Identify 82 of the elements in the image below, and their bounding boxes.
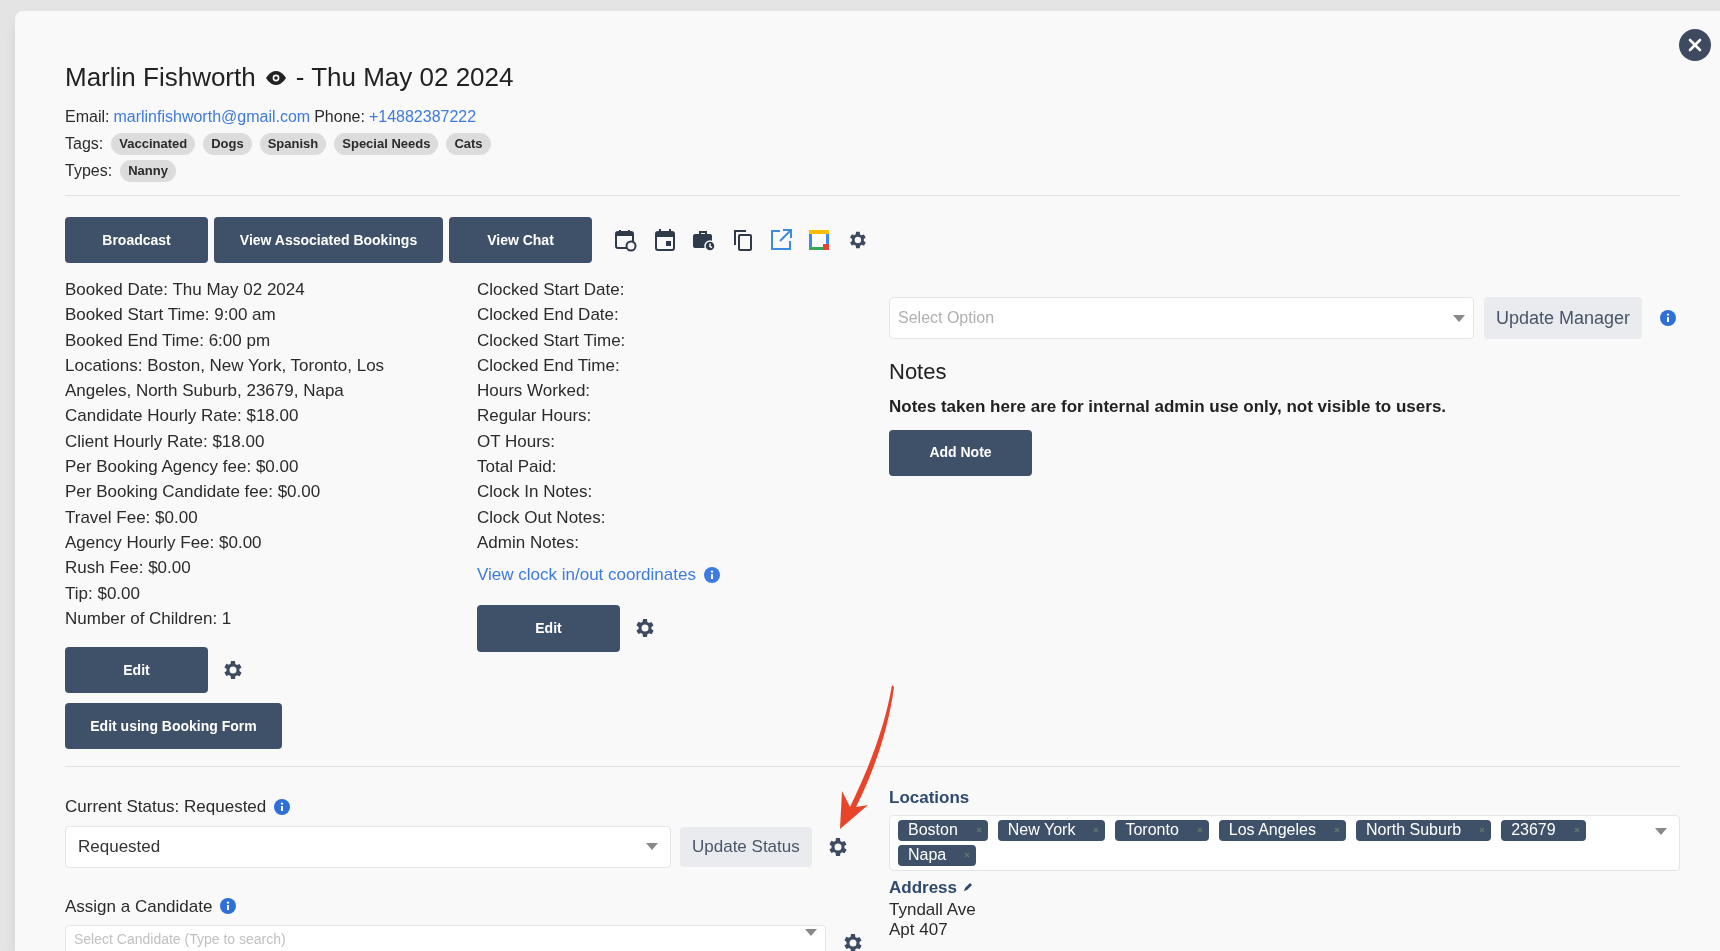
detail-line: Regular Hours: [477, 405, 593, 428]
detail-line: Travel Fee: $0.00 [65, 506, 199, 529]
edit-button[interactable]: Edit [65, 647, 208, 694]
detail-line: Booked End Time: 6:00 pm [65, 329, 272, 352]
calendar-icon[interactable] [654, 228, 676, 252]
caret-icon [1655, 827, 1667, 835]
detail-line: Number of Children: 1 [65, 607, 233, 630]
pencil-icon[interactable] [963, 882, 974, 893]
location-tag[interactable]: Napa [898, 844, 977, 866]
locations-multiselect[interactable]: Boston New York Toronto Los Angeles North Suburb 23679 Napa [889, 814, 1680, 871]
status-select[interactable]: Requested [65, 825, 671, 868]
detail-line: Clocked End Time: [477, 354, 621, 377]
detail-line: Rush Fee: $0.00 [65, 557, 192, 580]
address-line: Apt 407 [889, 920, 949, 941]
person-name: Marlin Fishworth [65, 61, 256, 94]
detail-line: Hours Worked: [477, 380, 592, 403]
location-tag[interactable]: 23679 [1501, 819, 1586, 841]
detail-line: Tip: $0.00 [65, 582, 141, 605]
edit-button[interactable]: Edit [477, 604, 620, 652]
detail-line: Clocked End Date: [477, 304, 620, 327]
detail-line: Per Booking Candidate fee: $0.00 [65, 481, 322, 504]
detail-line: Total Paid: [477, 456, 558, 479]
location-tag[interactable]: New York [997, 819, 1106, 841]
address-heading: Address [889, 876, 958, 899]
caret-icon [1453, 314, 1465, 322]
update-status-button[interactable]: Update Status [680, 826, 812, 867]
detail-line: Clock In Notes: [477, 481, 594, 504]
copy-icon[interactable] [732, 228, 754, 252]
detail-line: Clocked Start Time: [477, 329, 627, 352]
calendar-refresh-icon[interactable] [614, 228, 638, 252]
phone-label: Phone: [314, 107, 365, 127]
locations-heading: Locations [889, 787, 971, 810]
detail-line: OT Hours: [477, 430, 557, 453]
notes-notice: Notes taken here are for internal admin use only, not visible to users. [889, 396, 1448, 418]
tag-chip: Nanny [120, 160, 176, 182]
detail-line: Clocked Start Date: [477, 279, 626, 301]
detail-line: Agency Hourly Fee: $0.00 [65, 531, 263, 554]
google-calendar-icon[interactable] [808, 229, 830, 251]
detail-line: Client Hourly Rate: $18.00 [65, 430, 266, 453]
detail-line: Booked Start Time: 9:00 am [65, 304, 277, 327]
phone-link[interactable]: +14882387222 [368, 105, 477, 129]
caret-icon [646, 843, 658, 851]
tag-chip: Dogs [203, 133, 252, 155]
tag-chip: Special Needs [334, 133, 439, 155]
close-icon[interactable] [1688, 38, 1702, 52]
detail-line: Clock Out Notes: [477, 506, 607, 529]
detail-line: Candidate Hourly Rate: $18.00 [65, 405, 300, 428]
types-label: Types: [65, 161, 113, 181]
info-icon[interactable] [703, 567, 720, 583]
email-label: Email: [65, 107, 110, 127]
detail-line: Booked Date: Thu May 02 2024 [65, 279, 306, 301]
location-tag[interactable]: North Suburb [1355, 819, 1492, 841]
detail-line: Admin Notes: [477, 531, 581, 554]
notes-heading: Notes [889, 358, 948, 386]
edit-booking-form-button[interactable]: Edit using Booking Form [65, 703, 282, 750]
update-manager-button[interactable]: Update Manager [1484, 297, 1643, 339]
status-label: Current Status: Requested [65, 796, 267, 819]
toolbar-button[interactable]: View Associated Bookings [214, 217, 443, 263]
briefcase-clock-icon[interactable] [692, 228, 716, 252]
add-note-button[interactable]: Add Note [889, 429, 1032, 476]
coordinates-link[interactable]: View clock in/out coordinates [477, 562, 696, 588]
tags-label: Tags: [65, 134, 104, 154]
info-icon[interactable] [1660, 310, 1677, 326]
toolbar-button[interactable]: View Chat [449, 217, 592, 263]
booking-date-title: - Thu May 02 2024 [295, 61, 514, 94]
candidate-label: Assign a Candidate [65, 895, 213, 918]
eye-icon[interactable] [263, 69, 288, 86]
detail-line: Per Booking Agency fee: $0.00 [65, 456, 300, 479]
address-line: Tyndall Ave [889, 900, 977, 921]
info-icon[interactable] [274, 798, 291, 815]
toolbar-button[interactable]: Broadcast [65, 217, 208, 263]
detail-line: Locations: Boston, New York, Toronto, Los Angeles, North Suburb, 23679, Napa [65, 354, 386, 403]
caret-icon [805, 929, 817, 937]
tag-chip: Vaccinated [111, 133, 196, 155]
location-tag[interactable]: Boston [898, 819, 988, 841]
tag-chip: Cats [446, 133, 491, 155]
info-icon[interactable] [220, 898, 237, 915]
location-tag[interactable]: Toronto [1115, 819, 1209, 841]
tag-chip: Spanish [259, 133, 327, 155]
email-link[interactable]: marlinfishworth@gmail.com [113, 105, 311, 129]
external-link-icon[interactable] [770, 229, 792, 251]
location-tag[interactable]: Los Angeles [1218, 819, 1346, 841]
